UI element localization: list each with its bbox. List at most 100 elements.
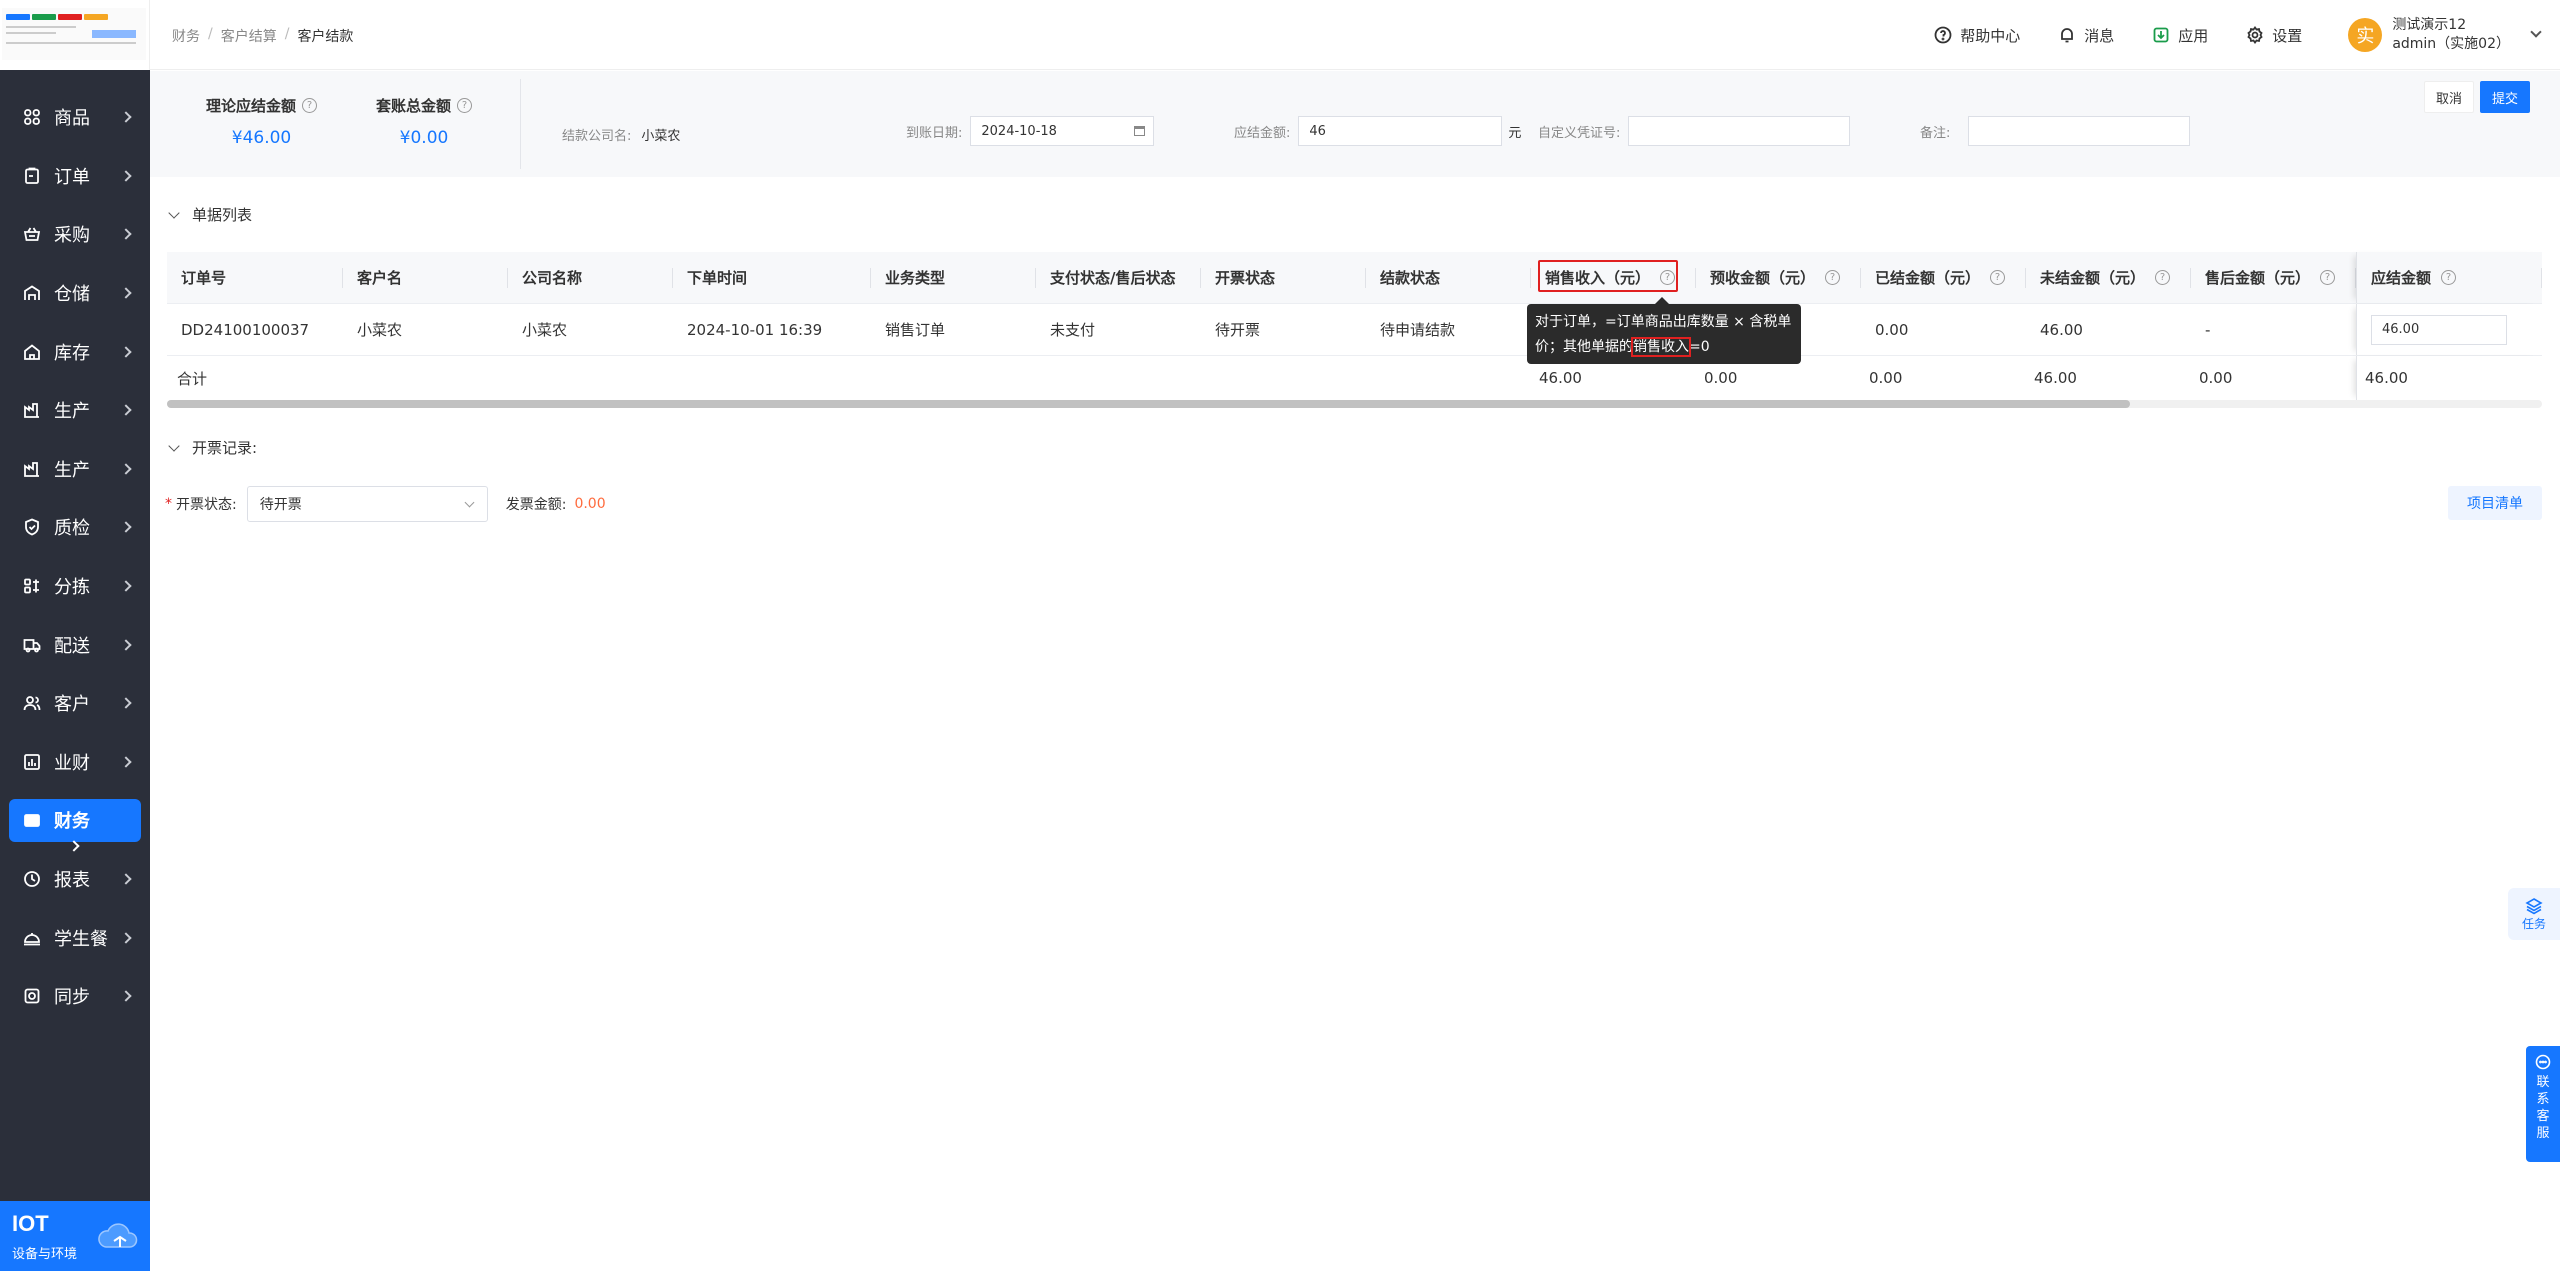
sidebar-item[interactable]: 仓储 [0,264,150,323]
chevron-right-icon [120,170,132,182]
question-icon[interactable]: ? [1990,270,2006,285]
column-header: 未结金额（元）? [2026,252,2191,303]
table-cell-value: 未支付 [1050,321,1096,339]
warehouse-icon [22,283,42,303]
table-cell-value: 小菜农 [522,321,568,339]
settings-link[interactable]: 设置 [2246,25,2302,46]
breadcrumb-item[interactable]: 财务 [172,26,200,46]
settle-amount-input[interactable]: 46.00 [2371,314,2507,345]
column-header-label: 业务类型 [885,269,946,287]
item-list-button[interactable]: 项目清单 [2448,486,2542,520]
sidebar-item-label: 财务 [54,811,90,833]
sidebar-item[interactable]: 分拣 [0,557,150,616]
column-header-label: 下单时间 [687,269,748,287]
sidebar-item[interactable]: 生产 [0,381,150,440]
messages-link[interactable]: 消息 [2058,25,2114,46]
basket-icon [22,224,42,244]
column-header-label: 预收金额（元） [1710,269,1816,287]
table-cell-value: 待开票 [1215,321,1261,339]
question-icon[interactable]: ? [2441,270,2457,285]
factory-icon [22,459,42,479]
apps-link[interactable]: 应用 [2152,25,2208,46]
question-icon[interactable]: ? [457,98,473,113]
sidebar-item[interactable]: 商品 [0,88,150,147]
sidebar-item[interactable]: 报表 [0,850,150,909]
sidebar-item[interactable]: 生产 [0,440,150,499]
chevron-right-icon [120,521,132,534]
cancel-button[interactable]: 取消 [2424,81,2474,113]
amount-input[interactable]: 46 [1298,116,1503,146]
sidebar-item[interactable]: 订单 [0,147,150,206]
table-cell-value: - [2205,320,2211,339]
sidebar-item-label: 生产 [54,459,90,481]
breadcrumb-separator: / [284,26,290,42]
avatar: 实 [2348,18,2383,52]
chevron-right-icon [120,756,132,768]
table-row[interactable]: DD24100100037 小菜农 小菜农 2024-10-01 16:39 销售订单 未… [167,304,2542,356]
scrollbar-thumb[interactable] [167,400,2130,408]
column-header-label: 支付状态/售后状态 [1050,269,1176,287]
sidebar-item[interactable]: 质检 [0,498,150,557]
column-header: 支付状态/售后状态 [1036,252,1201,303]
doc-list-section-toggle[interactable]: 单据列表 [168,204,252,225]
table-cell: 46.00 [2026,304,2191,355]
gear-icon [2247,26,2263,44]
sidebar-item[interactable]: 学生餐 [0,908,150,967]
submit-button[interactable]: 提交 [2480,81,2530,113]
tooltip-highlight-term: 销售收入 [1631,337,1691,357]
breadcrumb-current: 客户结款 [297,29,354,45]
iot-panel[interactable]: IOT 设备与环境 [0,1201,150,1271]
settings-label: 设置 [2272,26,2303,45]
voucher-field: 自定义凭证号: [1538,116,1851,146]
table-cell: 未支付 [1036,304,1201,355]
column-header-label: 客户名 [357,269,403,287]
sales-revenue-highlight [1538,260,1678,292]
grid-icon [22,107,42,127]
chevron-right-icon [120,990,132,1002]
invoice-status-select[interactable]: 待开票 [246,486,488,522]
divider [520,79,521,169]
contact-support-widget[interactable]: 联 系 客 服 [2526,1046,2560,1162]
sidebar-item-label: 仓储 [54,284,90,306]
sidebar-item[interactable]: 采购 [0,205,150,264]
users-icon [22,693,42,713]
task-widget[interactable]: 任务 [2508,888,2560,940]
date-picker[interactable]: 2024-10-18 [970,116,1155,146]
home-icon [22,342,42,362]
company-value: 小菜农 [641,129,681,144]
remark-input[interactable] [1968,116,2191,146]
user-menu[interactable]: 实 测试演示12 admin（实施02） [2348,16,2542,54]
sidebar-item-label: 报表 [54,870,90,892]
theoretical-amount-card: 理论应结金额 ? ¥46.00 [206,95,318,148]
horizontal-scrollbar[interactable] [167,400,2542,408]
question-icon[interactable]: ? [302,98,318,113]
column-header-label: 结款状态 [1380,269,1441,287]
column-header-label: 公司名称 [522,269,583,287]
calendar-icon [1134,126,1146,136]
sidebar-item[interactable]: 客户 [0,674,150,733]
invoice-section-toggle[interactable]: 开票记录: [168,437,257,458]
chevron-right-icon [120,111,132,123]
question-icon[interactable]: ? [1825,270,1841,285]
question-icon[interactable]: ? [2155,270,2171,285]
bell-icon [2061,28,2074,43]
factory-icon [22,400,42,420]
sidebar-item[interactable]: 财务 [0,791,150,852]
sidebar-item[interactable]: 库存 [0,322,150,381]
sort-icon [22,576,42,596]
logo-area [0,0,150,70]
support-char: 系 [2536,1092,2550,1107]
sidebar: 商品 订单 采购 仓储 库存 生产 生产 质检 分拣 配送 客户 业财 财务 报表 学生餐 同步 IOT 设备… [0,0,150,1271]
sidebar-item[interactable]: 配送 [0,615,150,674]
sidebar-item[interactable]: 业财 [0,733,150,792]
question-icon[interactable]: ? [2320,270,2336,285]
help-center-link[interactable]: 帮助中心 [1934,25,2020,46]
sidebar-item-label: 业财 [54,752,90,774]
sidebar-item-label: 商品 [54,108,90,130]
breadcrumb-item[interactable]: 客户结算 [221,26,277,46]
sidebar-item[interactable]: 同步 [0,967,150,1026]
voucher-input[interactable] [1628,116,1851,146]
chevron-right-icon [120,638,132,651]
cloud-icon [98,1223,138,1248]
date-value: 2024-10-18 [981,123,1057,139]
